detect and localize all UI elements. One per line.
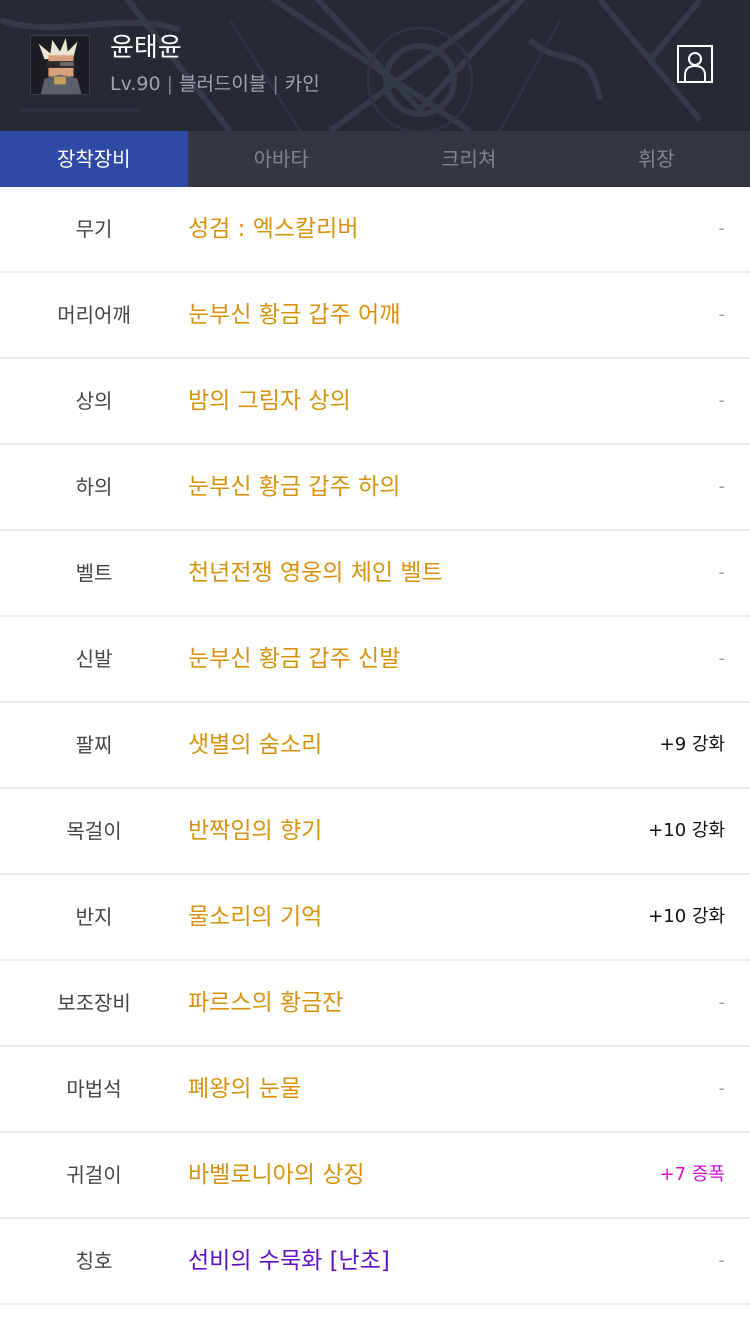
person-profile-icon — [677, 45, 713, 83]
tab-creature[interactable]: 크리쳐 — [375, 131, 563, 187]
item-name: 파르스의 황금잔 — [188, 990, 344, 1016]
enhancement-label: +7 증폭 — [659, 1164, 725, 1185]
tab-avatar[interactable]: 아바타 — [188, 131, 376, 187]
slot-label: 목걸이 — [66, 819, 122, 843]
slot-label: 마법석 — [66, 1077, 122, 1101]
item-name: 눈부신 황금 갑주 어깨 — [188, 302, 401, 328]
equipment-row[interactable]: 상의 밤의 그림자 상의 - — [0, 359, 750, 445]
slot-label: 팔찌 — [75, 733, 113, 757]
slot-label: 신발 — [75, 647, 113, 671]
info-separator: | — [166, 73, 173, 95]
character-server: 카인 — [284, 73, 320, 95]
slot-label: 칭호 — [75, 1249, 113, 1273]
enhancement-label: +10 강화 — [648, 820, 725, 841]
character-info: Lv.90 | 블러드이블 | 카인 — [110, 70, 320, 98]
character-header: 윤태윤 Lv.90 | 블러드이블 | 카인 — [0, 0, 750, 131]
tab-equipment[interactable]: 장착장비 — [0, 131, 188, 187]
equipment-row[interactable]: 마법석 폐왕의 눈물 - — [0, 1047, 750, 1133]
enhancement-label: - — [718, 218, 726, 239]
character-level: Lv.90 — [110, 73, 161, 95]
item-name: 물소리의 기억 — [188, 904, 323, 930]
item-name: 성검 : 엑스칼리버 — [188, 216, 359, 242]
slot-label: 귀걸이 — [66, 1163, 122, 1187]
enhancement-label: - — [718, 1250, 726, 1271]
info-separator: | — [272, 73, 279, 95]
slot-label: 보조장비 — [57, 991, 131, 1015]
equipment-row[interactable]: 팔찌 샛별의 숨소리 +9 강화 — [0, 703, 750, 789]
enhancement-label: +10 강화 — [648, 906, 725, 927]
item-name: 반짝임의 향기 — [188, 818, 323, 844]
enhancement-label: - — [718, 476, 726, 497]
character-portrait-icon — [31, 36, 89, 94]
item-name: 눈부신 황금 갑주 신발 — [188, 646, 401, 672]
slot-label: 하의 — [75, 475, 113, 499]
slot-label: 벨트 — [75, 561, 113, 585]
slot-label: 반지 — [75, 905, 113, 929]
equipment-row[interactable]: 목걸이 반짝임의 향기 +10 강화 — [0, 789, 750, 875]
enhancement-label: +9 강화 — [659, 734, 725, 755]
equipment-row[interactable]: 무기 성검 : 엑스칼리버 - — [0, 187, 750, 273]
equipment-row[interactable]: 머리어깨 눈부신 황금 갑주 어깨 - — [0, 273, 750, 359]
item-name: 천년전쟁 영웅의 체인 벨트 — [188, 560, 443, 586]
item-name: 샛별의 숨소리 — [188, 732, 323, 758]
item-name: 밤의 그림자 상의 — [188, 388, 351, 414]
equipment-row[interactable]: 벨트 천년전쟁 영웅의 체인 벨트 - — [0, 531, 750, 617]
equipment-list: 무기 성검 : 엑스칼리버 - 머리어깨 눈부신 황금 갑주 어깨 - 상의 밤… — [0, 187, 750, 1305]
character-name: 윤태윤 — [110, 33, 182, 63]
item-name: 폐왕의 눈물 — [188, 1076, 302, 1102]
slot-label: 상의 — [75, 389, 113, 413]
tab-insignia[interactable]: 휘장 — [563, 131, 750, 187]
equipment-row[interactable]: 하의 눈부신 황금 갑주 하의 - — [0, 445, 750, 531]
character-job: 블러드이블 — [178, 73, 267, 95]
enhancement-label: - — [718, 648, 726, 669]
enhancement-label: - — [718, 304, 726, 325]
equipment-row[interactable]: 신발 눈부신 황금 갑주 신발 - — [0, 617, 750, 703]
equipment-row[interactable]: 귀걸이 바벨로니아의 상징 +7 증폭 — [0, 1133, 750, 1219]
equipment-row[interactable]: 칭호 선비의 수묵화 [난초] - — [0, 1219, 750, 1305]
character-avatar[interactable] — [30, 35, 90, 95]
equipment-row[interactable]: 반지 물소리의 기억 +10 강화 — [0, 875, 750, 961]
slot-label: 머리어깨 — [57, 303, 131, 327]
slot-label: 무기 — [75, 217, 113, 241]
equipment-row[interactable]: 보조장비 파르스의 황금잔 - — [0, 961, 750, 1047]
item-name: 눈부신 황금 갑주 하의 — [188, 474, 401, 500]
profile-button[interactable] — [677, 45, 713, 83]
item-name: 선비의 수묵화 [난초] — [188, 1248, 390, 1274]
item-name: 바벨로니아의 상징 — [188, 1162, 365, 1188]
enhancement-label: - — [718, 1078, 726, 1099]
enhancement-label: - — [718, 992, 726, 1013]
enhancement-label: - — [718, 390, 726, 411]
tab-bar: 장착장비 아바타 크리쳐 휘장 — [0, 131, 750, 187]
enhancement-label: - — [718, 562, 726, 583]
